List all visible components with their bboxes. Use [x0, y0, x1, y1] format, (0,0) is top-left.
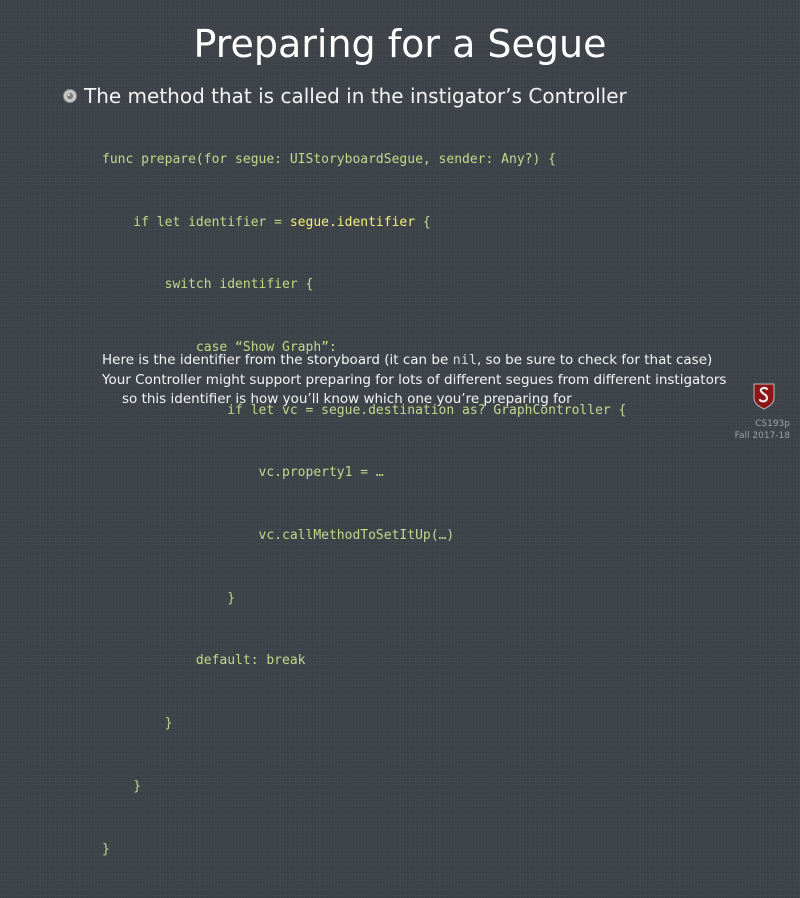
bullet-row: The method that is called in the instiga…	[62, 84, 627, 108]
code-line: func prepare(for segue: UIStoryboardSegu…	[102, 151, 556, 167]
code-line: vc.callMethodToSetItUp(…)	[102, 528, 455, 544]
note-segment: Here is the identifier from the storyboa…	[102, 352, 453, 368]
slide-title: Preparing for a Segue	[193, 22, 607, 66]
course-name: CS193p	[755, 419, 790, 429]
code-segment: {	[415, 214, 431, 230]
code-segment: if let identifier =	[102, 214, 290, 230]
code-line: if let identifier = segue.identifier {	[102, 213, 626, 234]
note-segment: , so be sure to check for that case)	[476, 352, 713, 368]
note-line: Here is the identifier from the storyboa…	[102, 351, 726, 371]
stanford-logo-icon	[753, 383, 775, 410]
note-line-indented: so this identifier is how you’ll know wh…	[122, 391, 572, 407]
note-line: Your Controller might support preparing …	[102, 371, 727, 388]
code-highlight-identifier: segue.identifier	[289, 214, 416, 230]
code-line: switch identifier {	[102, 277, 314, 293]
code-line: }	[102, 590, 236, 606]
bullet-text: The method that is called in the instiga…	[84, 84, 627, 108]
note-nil-keyword: nil	[452, 352, 477, 368]
slide: Preparing for a Segue The method that is…	[0, 0, 800, 857]
code-line: default: break	[102, 653, 306, 669]
code-line: vc.property1 = …	[102, 465, 384, 481]
code-block: func prepare(for segue: UIStoryboardSegu…	[102, 108, 626, 898]
notes: Here is the identifier from the storyboa…	[102, 351, 726, 410]
course-label: CS193p Fall 2017-18	[735, 418, 790, 442]
course-term: Fall 2017-18	[734, 431, 790, 441]
code-line: }	[102, 716, 173, 732]
code-line: }	[102, 778, 142, 794]
bullet-icon	[63, 89, 77, 103]
code-line: }	[102, 841, 110, 857]
